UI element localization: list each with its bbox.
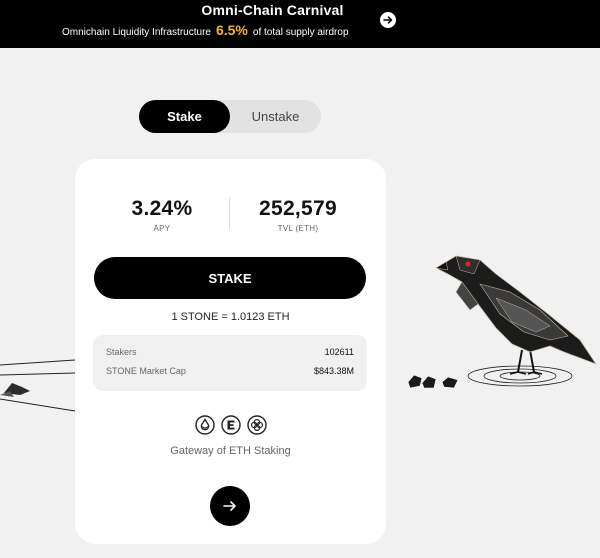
market-cap-row: STONE Market Cap $843.38M bbox=[106, 366, 354, 376]
banner-subtitle-prefix: Omnichain Liquidity Infrastructure bbox=[62, 27, 211, 38]
raven-illustration bbox=[407, 255, 597, 389]
stake-button[interactable]: STAKE bbox=[94, 257, 366, 299]
tvl-label: TVL (ETH) bbox=[277, 224, 319, 233]
banner-highlight: 6.5% bbox=[215, 22, 248, 38]
arrow-right-icon bbox=[223, 501, 236, 511]
banner-arrow-button[interactable] bbox=[380, 12, 396, 28]
eigenlayer-logo-icon[interactable] bbox=[220, 415, 241, 435]
stakers-value: 102611 bbox=[324, 347, 354, 357]
stakers-row: Stakers 102611 bbox=[106, 347, 354, 357]
partner-logos bbox=[75, 415, 386, 435]
banner-title: Omni-Chain Carnival bbox=[201, 2, 344, 18]
lido-drop-icon[interactable] bbox=[194, 415, 215, 435]
tvl-value: 252,579 bbox=[258, 197, 337, 220]
banner-subtitle: Omnichain Liquidity Infrastructure 6.5% … bbox=[62, 22, 349, 38]
tab-unstake[interactable]: Unstake bbox=[230, 100, 321, 133]
apy-value: 3.24% bbox=[131, 197, 193, 220]
exchange-rate: 1 STONE = 1.0123 ETH bbox=[171, 311, 290, 323]
apy-label: APY bbox=[153, 224, 171, 233]
symbiotic-knot-icon[interactable] bbox=[246, 415, 267, 435]
stake-card: 3.24% APY 252,579 TVL (ETH) STAKE 1 STON… bbox=[75, 159, 386, 544]
gateway-text: Gateway of ETH Staking bbox=[170, 445, 291, 457]
stakers-label: Stakers bbox=[106, 347, 137, 357]
decorative-lines bbox=[0, 359, 76, 412]
market-cap-value: $843.38M bbox=[313, 366, 354, 376]
info-box: Stakers 102611 STONE Market Cap $843.38M bbox=[93, 335, 367, 391]
apy-stat: 3.24% APY bbox=[95, 197, 229, 233]
banner-subtitle-suffix: of total supply airdrop bbox=[252, 27, 349, 38]
stake-unstake-toggle: Stake Unstake bbox=[139, 100, 321, 133]
top-banner[interactable]: Omni-Chain Carnival Omnichain Liquidity … bbox=[0, 0, 600, 48]
market-cap-label: STONE Market Cap bbox=[106, 366, 186, 376]
next-arrow-button[interactable] bbox=[210, 486, 250, 526]
tvl-stat: 252,579 TVL (ETH) bbox=[230, 197, 366, 233]
tab-stake[interactable]: Stake bbox=[139, 100, 230, 133]
arrow-right-icon bbox=[383, 16, 393, 24]
